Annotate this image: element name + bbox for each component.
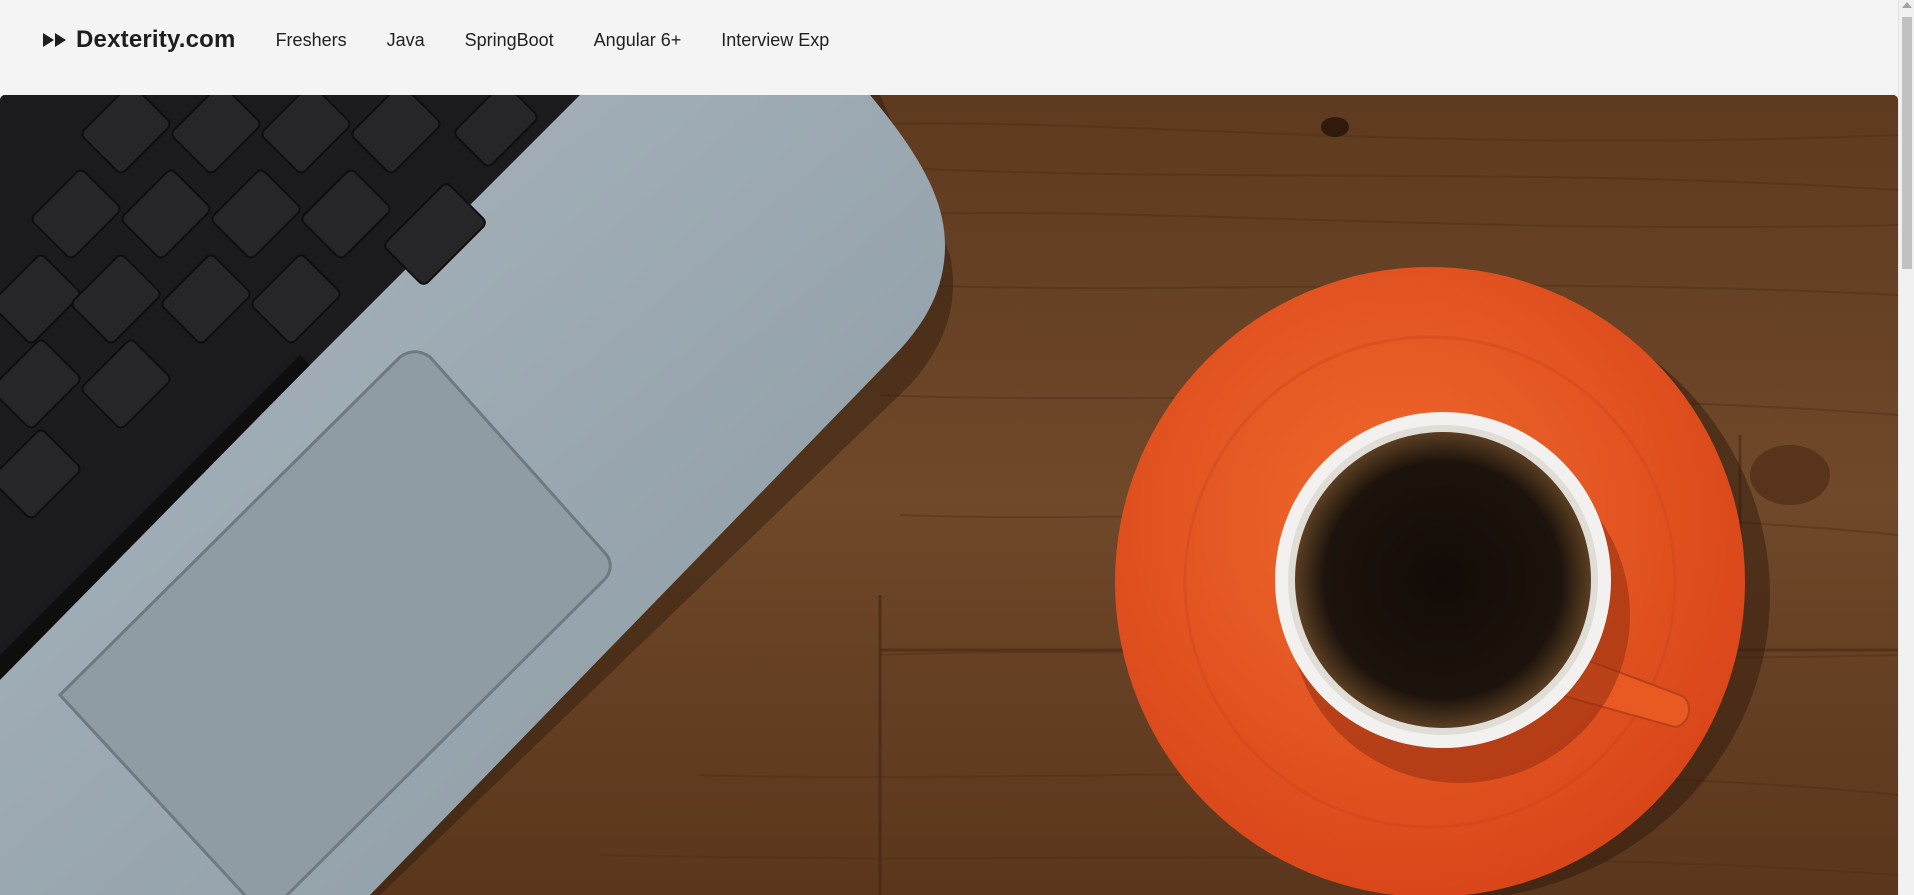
scrollbar-thumb[interactable] — [1902, 17, 1912, 269]
nav-link-springboot[interactable]: SpringBoot — [465, 30, 554, 51]
nav-link-java[interactable]: Java — [387, 30, 425, 51]
brand-name: Dexterity.com — [76, 26, 236, 53]
scroll-up-arrow-icon[interactable] — [1902, 2, 1912, 8]
nav-link-freshers[interactable]: Freshers — [276, 30, 347, 51]
brand-logo-link[interactable]: Dexterity.com — [43, 26, 236, 54]
hero-image — [0, 95, 1898, 895]
top-navbar: Dexterity.com Freshers Java SpringBoot A… — [0, 0, 1898, 80]
nav-link-angular[interactable]: Angular 6+ — [594, 30, 682, 51]
fast-forward-icon — [43, 32, 67, 48]
laptop-and-coffee-illustration — [0, 95, 1898, 895]
page-scrollbar[interactable] — [1898, 0, 1914, 895]
nav-link-interview-exp[interactable]: Interview Exp — [721, 30, 829, 51]
nav-links: Freshers Java SpringBoot Angular 6+ Inte… — [259, 30, 853, 51]
